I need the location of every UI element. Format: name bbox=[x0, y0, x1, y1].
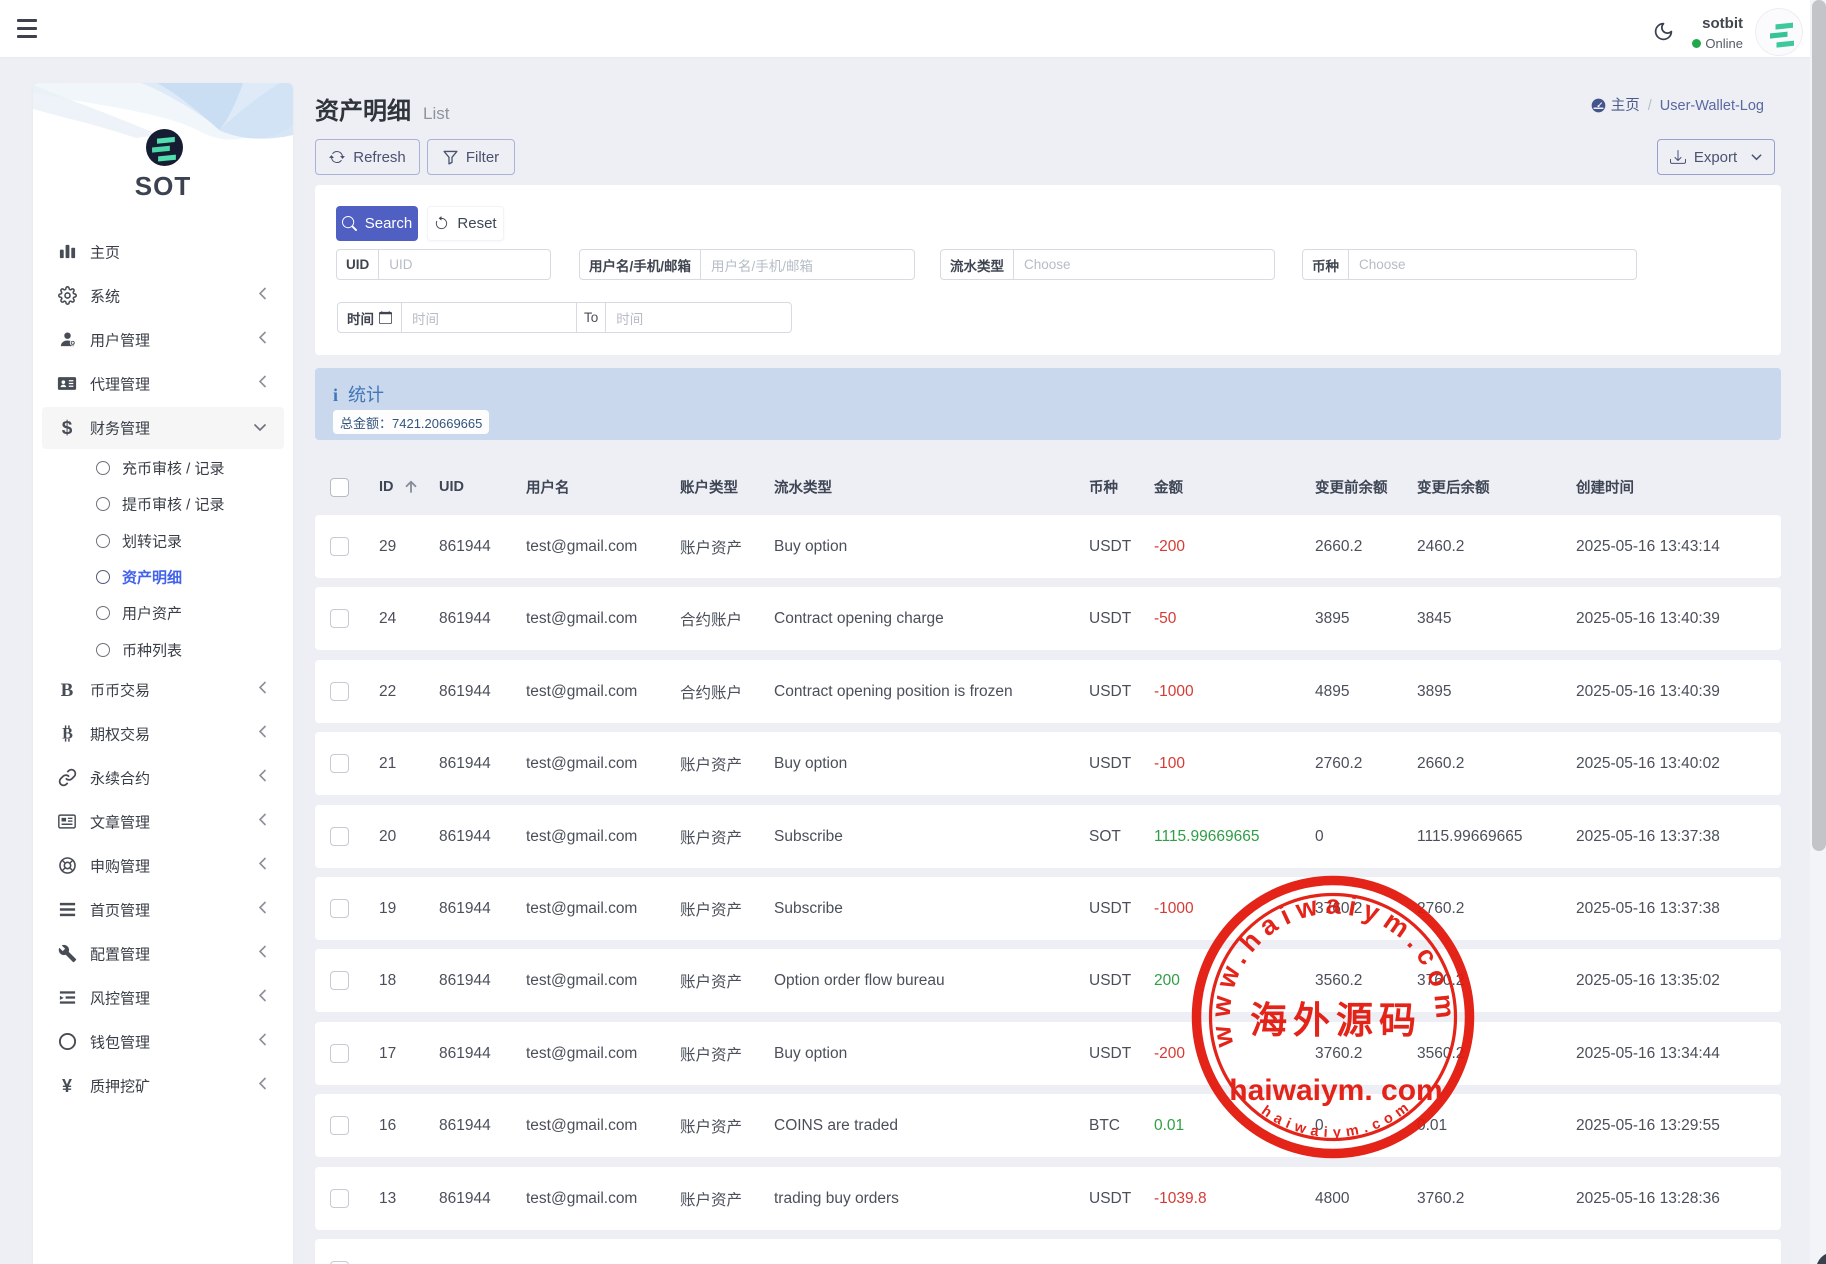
svg-text:B: B bbox=[62, 726, 73, 743]
svg-text:海外源码: 海外源码 bbox=[1250, 1000, 1422, 1042]
svg-text:haiwaiym. com: haiwaiym. com bbox=[1229, 1074, 1442, 1107]
